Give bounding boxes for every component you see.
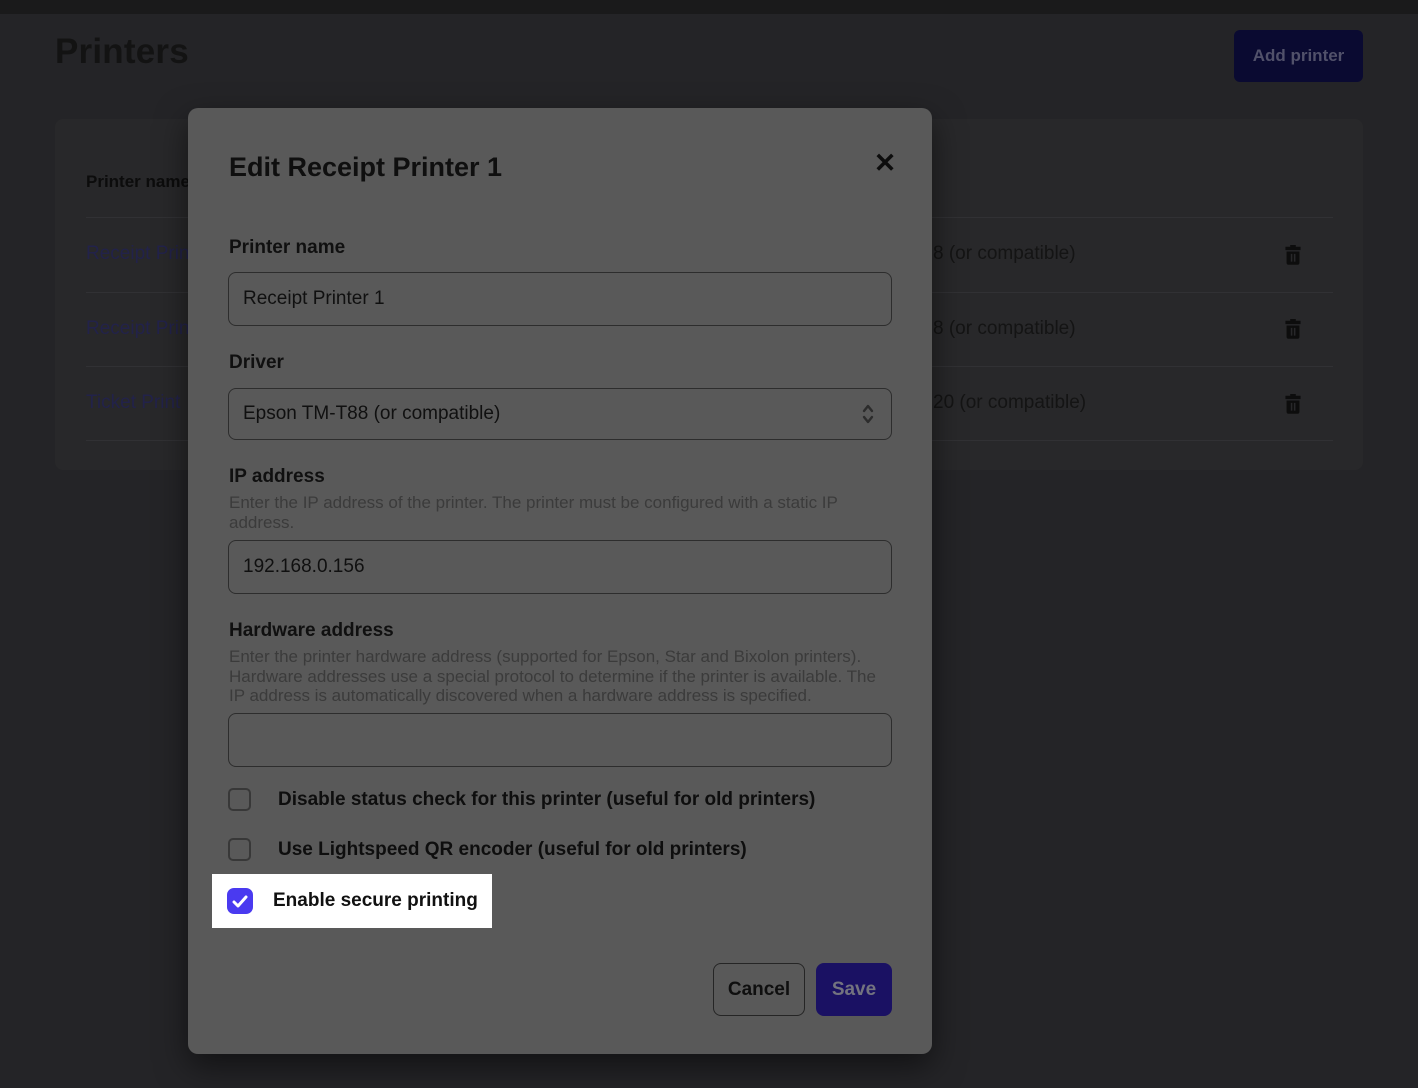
add-printer-button[interactable]: Add printer <box>1234 30 1363 82</box>
page-title: Printers <box>55 32 189 72</box>
driver-cell: 8 (or compatible) <box>933 243 1076 265</box>
driver-label: Driver <box>229 352 284 374</box>
edit-printer-modal: Edit Receipt Printer 1 ✕ Printer name Dr… <box>188 108 932 1054</box>
printer-name-input[interactable] <box>228 272 892 326</box>
driver-select[interactable]: Epson TM-T88 (or compatible) <box>228 388 892 440</box>
screen: Printers Add printer Printer name Printe… <box>0 0 1418 1088</box>
cancel-button[interactable]: Cancel <box>713 963 805 1016</box>
modal-title: Edit Receipt Printer 1 <box>229 152 502 183</box>
trash-icon <box>1284 245 1302 265</box>
printer-link[interactable]: Receipt Prin <box>86 243 190 265</box>
modal-footer: Cancel Save <box>713 963 892 1016</box>
secure-printing-label: Enable secure printing <box>273 890 478 912</box>
top-strip <box>0 0 1418 14</box>
disable-status-check-checkbox[interactable] <box>228 788 251 811</box>
driver-select-value: Epson TM-T88 (or compatible) <box>243 403 500 425</box>
delete-printer-button[interactable] <box>1283 319 1303 341</box>
save-button[interactable]: Save <box>816 963 892 1016</box>
hardware-address-label: Hardware address <box>229 620 394 642</box>
secure-printing-checkbox[interactable] <box>227 888 253 914</box>
printer-name-label: Printer name <box>229 237 345 259</box>
close-button[interactable]: ✕ <box>868 146 902 180</box>
qr-encoder-checkbox[interactable] <box>228 838 251 861</box>
driver-cell: 20 (or compatible) <box>933 392 1086 414</box>
qr-encoder-label: Use Lightspeed QR encoder (useful for ol… <box>278 839 747 861</box>
checkbox-row-disable-status-check: Disable status check for this printer (u… <box>228 788 815 811</box>
driver-cell: 8 (or compatible) <box>933 318 1076 340</box>
hardware-address-input[interactable] <box>228 713 892 767</box>
checkmark-icon <box>232 895 248 908</box>
delete-printer-button[interactable] <box>1283 245 1303 267</box>
ip-address-help: Enter the IP address of the printer. The… <box>229 493 859 532</box>
ip-address-label: IP address <box>229 466 325 488</box>
close-icon: ✕ <box>874 148 897 178</box>
trash-icon <box>1284 319 1302 339</box>
select-caret-icon <box>861 403 875 425</box>
trash-icon <box>1284 394 1302 414</box>
disable-status-check-label: Disable status check for this printer (u… <box>278 789 815 811</box>
column-header-printer-name: Printer name <box>86 172 190 192</box>
hardware-address-help: Enter the printer hardware address (supp… <box>229 647 893 706</box>
printer-link[interactable]: Receipt Prin <box>86 318 190 340</box>
delete-printer-button[interactable] <box>1283 394 1303 416</box>
printer-link[interactable]: Ticket Print <box>86 392 180 414</box>
checkbox-row-secure-printing-highlighted: Enable secure printing <box>212 874 492 928</box>
checkbox-row-qr-encoder: Use Lightspeed QR encoder (useful for ol… <box>228 838 747 861</box>
ip-address-input[interactable] <box>228 540 892 594</box>
